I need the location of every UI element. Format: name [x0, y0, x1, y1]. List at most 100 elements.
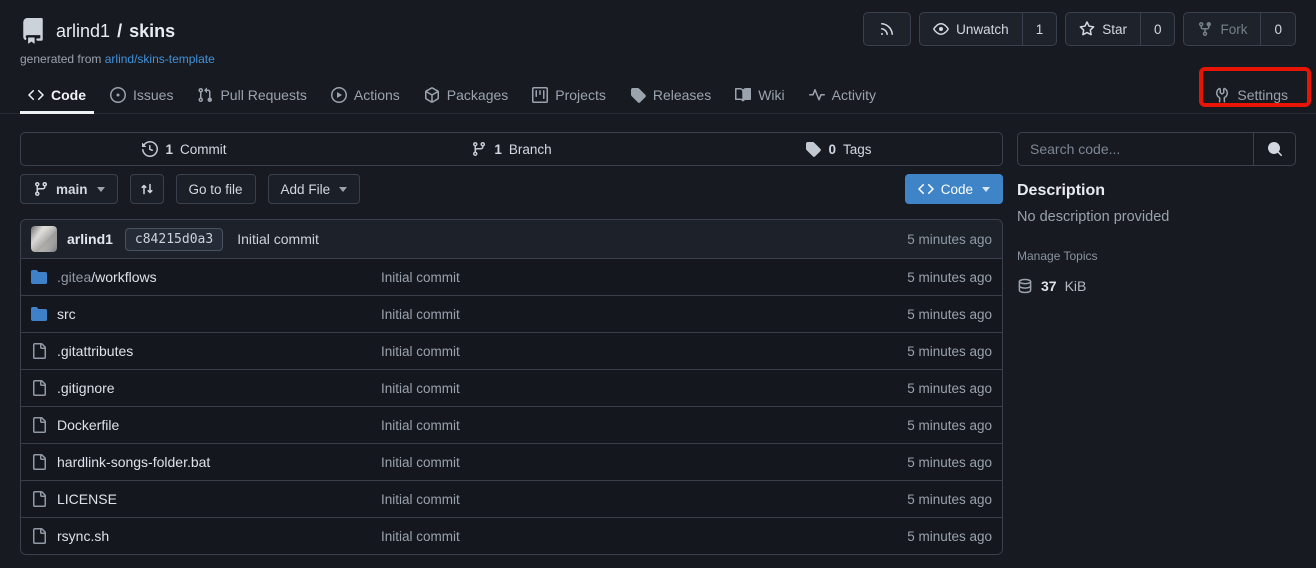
- code-download-button[interactable]: Code: [905, 174, 1003, 204]
- repo-file-area: 1 Commit 1 Branch 0 Tags main: [20, 132, 1003, 555]
- folder-icon: [31, 306, 47, 322]
- tab-releases[interactable]: Releases: [618, 76, 723, 113]
- table-row: rsync.sh Initial commit 5 minutes ago: [21, 517, 1002, 554]
- tab-code[interactable]: Code: [16, 76, 98, 113]
- file-name-link[interactable]: .gitea/workflows: [57, 269, 157, 285]
- tab-code-label: Code: [51, 87, 86, 103]
- repo-size-value: 37: [1041, 278, 1057, 294]
- project-board-icon: [532, 87, 548, 103]
- tab-settings[interactable]: Settings: [1202, 76, 1300, 113]
- branch-selector[interactable]: main: [20, 174, 118, 204]
- stars-count-button[interactable]: 0: [1140, 13, 1175, 45]
- description-text: No description provided: [1017, 209, 1296, 225]
- file-icon: [31, 380, 47, 396]
- file-commit-message-link[interactable]: Initial commit: [381, 492, 907, 507]
- fork-button[interactable]: Fork: [1184, 13, 1260, 45]
- eye-icon: [933, 21, 949, 37]
- commit-author-link[interactable]: arlind1: [67, 231, 113, 247]
- search-button[interactable]: [1253, 133, 1295, 165]
- file-commit-message-link[interactable]: Initial commit: [381, 455, 907, 470]
- repo-owner-link[interactable]: arlind1: [56, 21, 110, 41]
- commits-stat-link[interactable]: 1 Commit: [21, 133, 348, 165]
- forks-count-button[interactable]: 0: [1260, 13, 1295, 45]
- file-name-link[interactable]: Dockerfile: [57, 417, 119, 433]
- description-heading: Description: [1017, 182, 1296, 200]
- pulse-icon: [809, 87, 825, 103]
- file-toolbar: main Go to file Add File Code: [20, 174, 1003, 204]
- branches-stat-link[interactable]: 1 Branch: [348, 133, 675, 165]
- commit-author-avatar[interactable]: [31, 226, 57, 252]
- file-commit-time: 5 minutes ago: [907, 381, 992, 396]
- manage-topics-link[interactable]: Manage Topics: [1017, 249, 1296, 263]
- star-button-group: Star 0: [1065, 12, 1175, 46]
- file-commit-message-link[interactable]: Initial commit: [381, 307, 907, 322]
- tab-issues[interactable]: Issues: [98, 76, 185, 113]
- generated-from-label: generated from: [20, 52, 101, 66]
- tab-packages-label: Packages: [447, 87, 508, 103]
- repo-book-icon: [20, 18, 46, 44]
- repo-name-link[interactable]: skins: [129, 21, 175, 41]
- file-name-link[interactable]: rsync.sh: [57, 528, 109, 544]
- tab-projects[interactable]: Projects: [520, 76, 618, 113]
- file-commit-time: 5 minutes ago: [907, 492, 992, 507]
- generated-from-template-link[interactable]: arlind/skins-template: [105, 52, 215, 66]
- watchers-count-button[interactable]: 1: [1022, 13, 1057, 45]
- chevron-down-icon: [982, 187, 990, 192]
- repo-title-separator: /: [117, 21, 122, 41]
- repo-action-buttons: Unwatch 1 Star 0 Fork 0: [863, 12, 1296, 46]
- commit-message-link[interactable]: Initial commit: [237, 231, 319, 247]
- file-name-link[interactable]: hardlink-songs-folder.bat: [57, 454, 210, 470]
- table-row: LICENSE Initial commit 5 minutes ago: [21, 480, 1002, 517]
- file-name-link[interactable]: LICENSE: [57, 491, 117, 507]
- tab-packages[interactable]: Packages: [412, 76, 520, 113]
- file-name-link[interactable]: .gitattributes: [57, 343, 133, 359]
- file-commit-message-link[interactable]: Initial commit: [381, 529, 907, 544]
- tags-stat-link[interactable]: 0 Tags: [675, 133, 1002, 165]
- go-to-file-button[interactable]: Go to file: [176, 174, 256, 204]
- issue-icon: [110, 87, 126, 103]
- unwatch-button[interactable]: Unwatch: [920, 13, 1022, 45]
- file-commit-time: 5 minutes ago: [907, 307, 992, 322]
- tab-projects-label: Projects: [555, 87, 606, 103]
- tab-wiki-label: Wiki: [758, 87, 784, 103]
- file-name-link[interactable]: src: [57, 306, 76, 322]
- file-name-link[interactable]: .gitignore: [57, 380, 115, 396]
- tab-pull-requests-label: Pull Requests: [220, 87, 306, 103]
- file-commit-message-link[interactable]: Initial commit: [381, 381, 907, 396]
- tab-pull-requests[interactable]: Pull Requests: [185, 76, 318, 113]
- nav-spacer: [888, 76, 1202, 113]
- repo-size-unit: KiB: [1065, 278, 1087, 294]
- file-icon: [31, 343, 47, 359]
- file-commit-message-link[interactable]: Initial commit: [381, 344, 907, 359]
- tags-label: Tags: [843, 142, 872, 157]
- watch-button-group: Unwatch 1: [919, 12, 1057, 46]
- commit-hash-badge[interactable]: c84215d0a3: [125, 228, 223, 251]
- repo-size: 37 KiB: [1017, 278, 1296, 294]
- repo-stats-bar: 1 Commit 1 Branch 0 Tags: [20, 132, 1003, 166]
- tab-activity[interactable]: Activity: [797, 76, 888, 113]
- chevron-down-icon: [339, 187, 347, 192]
- chevron-down-icon: [97, 187, 105, 192]
- fork-button-group: Fork 0: [1183, 12, 1296, 46]
- tab-wiki[interactable]: Wiki: [723, 76, 796, 113]
- add-file-button[interactable]: Add File: [268, 174, 361, 204]
- star-button[interactable]: Star: [1066, 13, 1140, 45]
- main-content: 1 Commit 1 Branch 0 Tags main: [0, 114, 1316, 555]
- rss-button[interactable]: [864, 13, 910, 45]
- repo-nav-tabs: Code Issues Pull Requests Actions Packag…: [0, 76, 1316, 114]
- table-row: .gitattributes Initial commit 5 minutes …: [21, 332, 1002, 369]
- tab-actions[interactable]: Actions: [319, 76, 412, 113]
- search-input[interactable]: [1018, 133, 1253, 165]
- compare-button[interactable]: [130, 174, 164, 204]
- table-row: hardlink-songs-folder.bat Initial commit…: [21, 443, 1002, 480]
- code-button-label: Code: [941, 182, 973, 197]
- page-title: arlind1 / skins: [56, 21, 175, 42]
- tag-icon: [805, 141, 821, 157]
- file-commit-message-link[interactable]: Initial commit: [381, 418, 907, 433]
- file-commit-time: 5 minutes ago: [907, 344, 992, 359]
- file-icon: [31, 417, 47, 433]
- tab-actions-label: Actions: [354, 87, 400, 103]
- file-commit-message-link[interactable]: Initial commit: [381, 270, 907, 285]
- stars-count: 0: [1154, 22, 1162, 37]
- table-row: src Initial commit 5 minutes ago: [21, 295, 1002, 332]
